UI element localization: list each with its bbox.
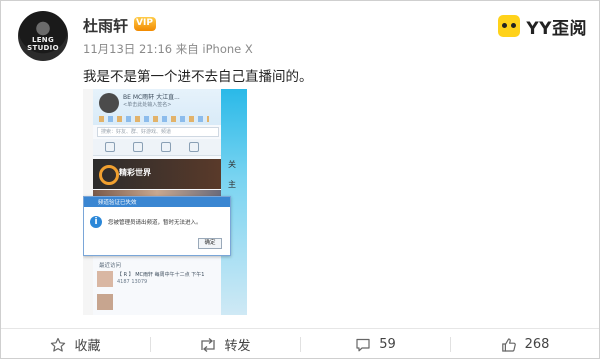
list-meta: 4187 13079 (117, 279, 148, 285)
list-avatar (97, 271, 113, 287)
star-icon (50, 337, 66, 353)
comment-icon (355, 337, 371, 353)
list-title: 【 R 】 MC雨轩 每周中午十二点 下午1 (117, 272, 205, 278)
post-time: 21:16 (138, 42, 173, 56)
client-search-input: 搜索：好友、群、好游戏、频道 (97, 127, 219, 137)
list-item: 【 R 】 MC雨轩 每周中午十二点 下午1 4187 13079 (97, 270, 217, 288)
list-item (97, 293, 217, 311)
comment-count: 59 (379, 337, 396, 352)
avatar[interactable]: LENG STUDIO (18, 11, 68, 61)
username[interactable]: 杜雨轩 (83, 15, 128, 36)
banner-logo-icon (99, 165, 119, 185)
watermark-logo: YY歪阅 (498, 13, 587, 39)
vip-badge: VIP (134, 17, 156, 31)
source-prefix: 来自 (175, 42, 199, 56)
client-status-icons (99, 116, 209, 122)
watermark-text: YY歪阅 (526, 18, 587, 39)
like-count: 268 (524, 337, 550, 352)
client-subtitle: <单击此处输入签名> (123, 102, 172, 108)
side-strip: 关 主 (223, 159, 241, 219)
dialog-titlebar: 频道验证已失效 (84, 197, 230, 207)
client-header: BE MC雨轩 大江直... <单击此处输入签名> (93, 89, 221, 125)
info-icon: i (90, 216, 102, 228)
dialog-ok-button: 确定 (198, 238, 222, 249)
side-char: 关 (228, 160, 236, 169)
repost-button[interactable]: 转发 (151, 329, 300, 360)
client-tabs (93, 139, 221, 156)
home-icon (105, 142, 115, 152)
like-button[interactable]: 268 (451, 329, 599, 360)
client-avatar (99, 93, 119, 113)
recent-label: 最近访问 (99, 263, 122, 269)
post-meta: 11月13日 21:16 来自 iPhone X (83, 41, 253, 57)
repost-icon (200, 337, 216, 353)
contacts-icon (133, 142, 143, 152)
channel-icon (189, 142, 199, 152)
source-device[interactable]: iPhone X (202, 42, 252, 56)
action-bar: 收藏 转发 59 268 (1, 328, 599, 360)
repost-label: 转发 (224, 339, 251, 354)
weibo-post-card: LENG STUDIO 杜雨轩 VIP 11月13日 21:16 来自 iPho… (0, 0, 600, 359)
favorite-label: 收藏 (74, 339, 101, 354)
post-date: 11月13日 (83, 42, 136, 56)
list-avatar (97, 294, 113, 310)
post-content: 我是不是第一个进不去自己直播间的。 (83, 69, 313, 85)
banner-text: 精彩世界 (119, 168, 151, 177)
side-char: 主 (228, 180, 236, 189)
avatar-caption: LENG STUDIO (27, 36, 59, 52)
client-title: BE MC雨轩 大江直... (123, 94, 180, 101)
yy-face-icon (498, 15, 521, 37)
dialog-title: 频道验证已失效 (98, 200, 137, 206)
error-dialog: 频道验证已失效 i 您被管理员请出频道，暂时无法进入。 确定 (83, 196, 231, 256)
dialog-message: 您被管理员请出频道，暂时无法进入。 (108, 220, 202, 226)
favorite-button[interactable]: 收藏 (1, 329, 150, 360)
client-banner: 精彩世界 (93, 159, 221, 189)
group-icon (161, 142, 171, 152)
comment-button[interactable]: 59 (301, 329, 450, 360)
thumbs-up-icon (501, 337, 517, 353)
